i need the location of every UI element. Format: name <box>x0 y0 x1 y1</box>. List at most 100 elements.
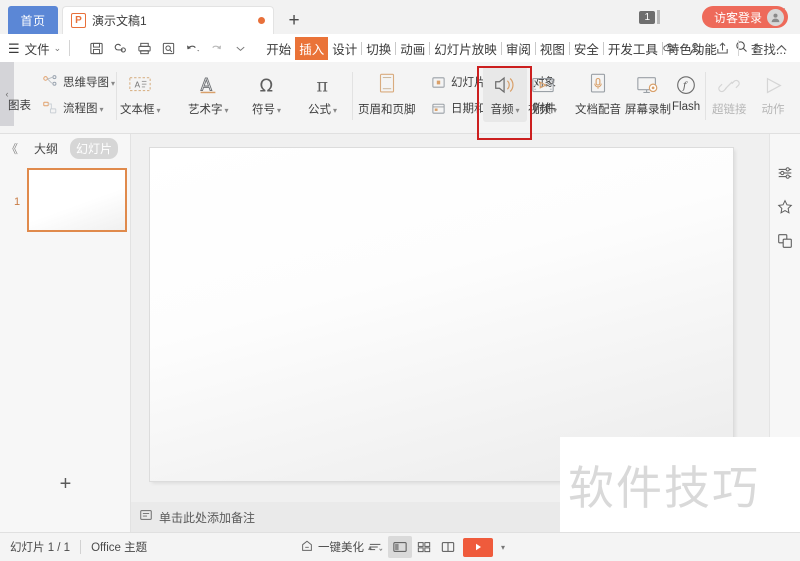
audio-speaker-icon <box>491 70 519 98</box>
ribbon-doc-dubbing-label: 文档配音 <box>575 104 621 116</box>
ribbon-flash-button[interactable]: f Flash <box>672 70 700 113</box>
tab-transition[interactable]: 切换 <box>362 37 395 60</box>
ribbon-chart-button[interactable]: 图表 <box>8 94 31 113</box>
ribbon-hyperlink-label: 超链接 <box>712 104 747 116</box>
ribbon-wordart-label: 艺术字 ▾ <box>188 104 229 116</box>
one-click-beautify-button[interactable]: 一键美化 ▴ <box>300 539 372 556</box>
file-menu-label: 文件 <box>24 42 50 57</box>
ribbon-formula-button[interactable]: π 公式 ▾ <box>308 70 337 117</box>
ribbon-audio-button[interactable]: 音频 ▾ <box>483 70 527 117</box>
ribbon-video-button[interactable]: 视频 ▾ <box>528 70 557 117</box>
beautify-icon <box>300 539 314 556</box>
ribbon-video-label: 视频 ▾ <box>528 104 558 116</box>
tab-developer[interactable]: 开发工具 <box>604 37 662 60</box>
avatar-icon <box>767 8 784 26</box>
shapes-layers-icon[interactable] <box>772 224 798 258</box>
title-bar: 首页 P 演示文稿1 + 1 访客登录 <box>0 0 800 34</box>
share-user-icon[interactable] <box>683 36 709 60</box>
slide-sorter-icon[interactable] <box>412 536 436 558</box>
redo-icon[interactable] <box>204 37 228 59</box>
ribbon-screen-record-label: 屏幕录制 <box>625 104 671 116</box>
ribbon-group-divider <box>705 72 706 120</box>
ribbon-wordart-button[interactable]: A 艺术字 ▾ <box>188 70 229 117</box>
effects-star-icon[interactable] <box>772 190 798 224</box>
tab-slideshow[interactable]: 幻灯片放映 <box>430 37 501 60</box>
tab-security[interactable]: 安全 <box>570 37 603 60</box>
watermark-text: 软件技巧 <box>568 461 760 515</box>
action-play-icon <box>760 70 786 98</box>
ribbon-doc-dubbing-button[interactable]: 文档配音 <box>575 70 621 117</box>
presentation-file-icon: P <box>71 13 86 28</box>
more-icon[interactable] <box>742 36 768 60</box>
tab-view[interactable]: 视图 <box>536 37 569 60</box>
slide-editing-surface[interactable] <box>150 148 733 481</box>
new-tab-button[interactable]: + <box>283 10 305 32</box>
ribbon-hyperlink-button[interactable]: 超链接 <box>712 70 747 117</box>
ribbon-flowchart-label: 流程图 ▾ <box>63 103 104 115</box>
date-time-icon <box>428 101 448 116</box>
page-badge-count: 1 <box>639 10 655 24</box>
outline-view-icon[interactable] <box>364 536 388 558</box>
undo-icon[interactable] <box>180 37 204 59</box>
ribbon-action-button[interactable]: 动作 <box>760 70 786 117</box>
slide-number-icon <box>428 75 448 90</box>
tab-review[interactable]: 审阅 <box>502 37 535 60</box>
cloud-icon[interactable] <box>657 36 683 60</box>
screen-record-icon <box>635 70 661 98</box>
ribbon-textbox-button[interactable]: A 文本框 ▾ <box>120 70 161 117</box>
customize-toolbar-caret-icon[interactable] <box>228 37 252 59</box>
mindmap-icon <box>40 74 60 90</box>
add-slide-button[interactable]: + <box>0 466 131 502</box>
tab-insert[interactable]: 插入 <box>295 36 329 60</box>
tab-start[interactable]: 开始 <box>262 37 295 60</box>
flash-icon: f <box>673 70 699 98</box>
slide-count-label: 幻灯片 1 / 1 <box>10 542 71 554</box>
notes-icon <box>139 508 153 527</box>
ribbon-group-divider <box>352 72 353 120</box>
tab-home[interactable]: 首页 <box>8 6 58 34</box>
window-page-badge[interactable]: 1 <box>639 8 660 26</box>
tab-document[interactable]: P 演示文稿1 <box>62 6 274 34</box>
ribbon-flowchart-button[interactable]: 流程图 ▾ <box>40 100 104 116</box>
print-icon[interactable] <box>132 37 156 59</box>
ribbon-action-label: 动作 <box>761 104 785 116</box>
slide-thumbnail-row: 1 <box>0 168 130 238</box>
collapse-ribbon-icon[interactable] <box>768 36 794 60</box>
send-icon[interactable] <box>709 36 735 60</box>
print-preview-icon[interactable] <box>156 37 180 59</box>
notes-placeholder: 单击此处添加备注 <box>159 510 256 525</box>
tab-animation[interactable]: 动画 <box>396 37 429 60</box>
menu-right-tools <box>657 36 794 60</box>
ribbon-mindmap-button[interactable]: 思维导图 ▾ <box>40 74 115 90</box>
start-slideshow-button[interactable] <box>460 536 496 558</box>
ribbon-textbox-label: 文本框 ▾ <box>120 104 161 116</box>
page-badge-bar-icon <box>657 10 660 24</box>
ribbon-header-footer-button[interactable]: 页眉和页脚 <box>358 70 416 117</box>
theme-label[interactable]: Office 主题 <box>91 539 147 555</box>
reading-view-icon[interactable] <box>436 536 460 558</box>
save-icon[interactable] <box>84 37 108 59</box>
ribbon-screen-record-button[interactable]: 屏幕录制 <box>625 70 671 117</box>
guest-login-button[interactable]: 访客登录 <box>701 6 788 28</box>
ribbon-symbol-label: 符号 ▾ <box>252 104 282 116</box>
tab-slides[interactable]: 幻灯片 <box>70 137 119 159</box>
formula-pi-icon: π <box>310 70 336 98</box>
unsaved-dot-icon <box>258 17 265 24</box>
cloud-sync-icon[interactable] <box>108 37 132 59</box>
status-divider <box>80 540 82 554</box>
hamburger-icon: ☰ <box>8 40 20 56</box>
slide-thumbnail-1[interactable] <box>27 168 127 232</box>
tab-outline[interactable]: 大纲 <box>28 138 64 159</box>
ribbon-insert-panel: ‹ 图表 思维导图 ▾ 流程图 ▾ A 文本框 ▾ A 艺术字 ▾ Ω 符号 ▾… <box>0 62 800 134</box>
properties-sliders-icon[interactable] <box>772 156 798 190</box>
textbox-icon: A <box>127 70 153 98</box>
panel-collapse-icon[interactable]: 《 <box>6 140 18 157</box>
file-menu-button[interactable]: ☰ 文件 ⌄ <box>8 39 61 58</box>
hyperlink-icon <box>716 70 742 98</box>
ribbon-symbol-button[interactable]: Ω 符号 ▾ <box>252 70 281 117</box>
svg-text:A: A <box>135 79 141 89</box>
normal-view-icon[interactable] <box>388 536 412 558</box>
ribbon-mindmap-label: 思维导图 ▾ <box>63 77 116 89</box>
slideshow-options-caret[interactable]: ▾ <box>496 536 510 558</box>
tab-design[interactable]: 设计 <box>328 37 361 60</box>
